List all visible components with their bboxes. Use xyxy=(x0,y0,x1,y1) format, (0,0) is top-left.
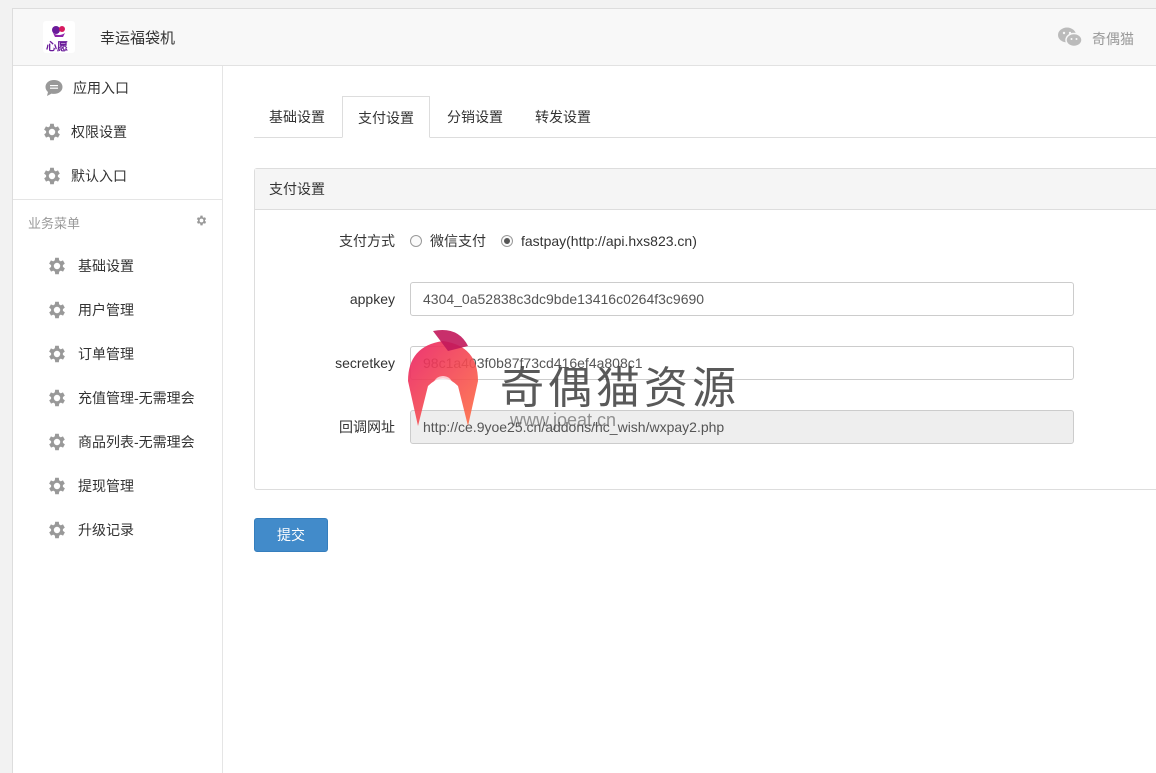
sidebar-group-header: 业务菜单 xyxy=(13,200,222,244)
radio-dot[interactable] xyxy=(410,235,422,247)
payment-settings-panel: 支付设置 支付方式 微信支付 fastpay(http://api.hxs823… xyxy=(254,168,1156,490)
tab-basic-settings[interactable]: 基础设置 xyxy=(254,96,340,138)
secretkey-input[interactable] xyxy=(410,346,1074,380)
sidebar-item-basic-settings[interactable]: 基础设置 xyxy=(13,244,222,288)
appkey-label: appkey xyxy=(349,291,395,307)
account-name: 奇偶猫 xyxy=(1092,30,1134,47)
group-settings-gear-icon[interactable] xyxy=(195,214,208,230)
sidebar-item-label: 应用入口 xyxy=(73,80,129,96)
settings-tabs: 基础设置 支付设置 分销设置 转发设置 xyxy=(254,96,1156,138)
top-header: 心愿 幸运福袋机 奇偶猫 xyxy=(13,9,1156,66)
account-area[interactable]: 奇偶猫 xyxy=(1057,26,1134,51)
secretkey-label: secretkey xyxy=(335,355,395,371)
sidebar-item-label: 权限设置 xyxy=(71,124,127,140)
radio-fastpay[interactable]: fastpay(http://api.hxs823.cn) xyxy=(501,233,697,249)
panel-title: 支付设置 xyxy=(255,169,1156,210)
gear-icon xyxy=(46,343,68,365)
gear-icon xyxy=(41,165,63,187)
radio-dot-checked[interactable] xyxy=(501,235,513,247)
appkey-input[interactable] xyxy=(410,282,1074,316)
pay-method-radio-group: 微信支付 fastpay(http://api.hxs823.cn) xyxy=(410,231,712,251)
submit-button[interactable]: 提交 xyxy=(254,518,328,552)
sidebar-item-withdraw-management[interactable]: 提现管理 xyxy=(13,464,222,508)
tab-payment-settings[interactable]: 支付设置 xyxy=(342,96,430,138)
sidebar-item-upgrade-records[interactable]: 升级记录 xyxy=(13,508,222,552)
main-content: 基础设置 支付设置 分销设置 转发设置 支付设置 支付方式 微信支付 fastp… xyxy=(224,66,1156,773)
sidebar-item-product-list[interactable]: 商品列表-无需理会 xyxy=(13,420,222,464)
sidebar-item-label: 默认入口 xyxy=(71,168,127,184)
callback-label: 回调网址 xyxy=(339,419,395,435)
pay-method-row: 支付方式 微信支付 fastpay(http://api.hxs823.cn) xyxy=(255,231,1156,251)
pay-method-label: 支付方式 xyxy=(339,233,395,249)
wechat-icon xyxy=(1057,26,1083,51)
gear-icon xyxy=(46,299,68,321)
app-frame: 心愿 幸运福袋机 奇偶猫 应用入口 权限设置 默认入口 业务菜单 基础设置 用户… xyxy=(12,8,1156,773)
sidebar-item-label: 升级记录 xyxy=(78,522,134,538)
callback-url-input[interactable] xyxy=(410,410,1074,444)
sidebar-item-order-management[interactable]: 订单管理 xyxy=(13,332,222,376)
sidebar-item-label: 提现管理 xyxy=(78,478,134,494)
appkey-row: appkey xyxy=(255,282,1156,316)
sidebar: 应用入口 权限设置 默认入口 业务菜单 基础设置 用户管理 订单管理 充值管理-… xyxy=(13,66,223,773)
gear-icon xyxy=(46,519,68,541)
gear-icon xyxy=(46,475,68,497)
gear-icon xyxy=(46,431,68,453)
chat-bubble-icon xyxy=(43,77,65,99)
app-logo: 心愿 xyxy=(43,21,75,53)
tab-forward-settings[interactable]: 转发设置 xyxy=(520,96,606,138)
sidebar-item-app-entry[interactable]: 应用入口 xyxy=(13,66,222,110)
sidebar-item-label: 充值管理-无需理会 xyxy=(78,390,195,406)
gear-icon xyxy=(46,387,68,409)
sidebar-item-permissions[interactable]: 权限设置 xyxy=(13,110,222,154)
secretkey-row: secretkey xyxy=(255,346,1156,380)
tab-distribution-settings[interactable]: 分销设置 xyxy=(432,96,518,138)
gear-icon xyxy=(41,121,63,143)
sidebar-item-label: 商品列表-无需理会 xyxy=(78,434,195,450)
callback-row: 回调网址 xyxy=(255,410,1156,444)
radio-label: 微信支付 xyxy=(430,233,486,249)
sidebar-item-default-entry[interactable]: 默认入口 xyxy=(13,154,222,198)
sidebar-item-label: 基础设置 xyxy=(78,258,134,274)
radio-label: fastpay(http://api.hxs823.cn) xyxy=(521,233,697,249)
business-menu: 基础设置 用户管理 订单管理 充值管理-无需理会 商品列表-无需理会 提现管理 xyxy=(13,244,222,552)
sidebar-item-user-management[interactable]: 用户管理 xyxy=(13,288,222,332)
sidebar-item-label: 用户管理 xyxy=(78,302,134,318)
sidebar-item-label: 订单管理 xyxy=(78,346,134,362)
sidebar-item-recharge-management[interactable]: 充值管理-无需理会 xyxy=(13,376,222,420)
sidebar-group-title: 业务菜单 xyxy=(28,215,81,231)
logo-text: 心愿 xyxy=(46,41,68,53)
app-title: 幸运福袋机 xyxy=(100,30,176,47)
radio-wechat-pay[interactable]: 微信支付 xyxy=(410,231,486,251)
gear-icon xyxy=(46,255,68,277)
